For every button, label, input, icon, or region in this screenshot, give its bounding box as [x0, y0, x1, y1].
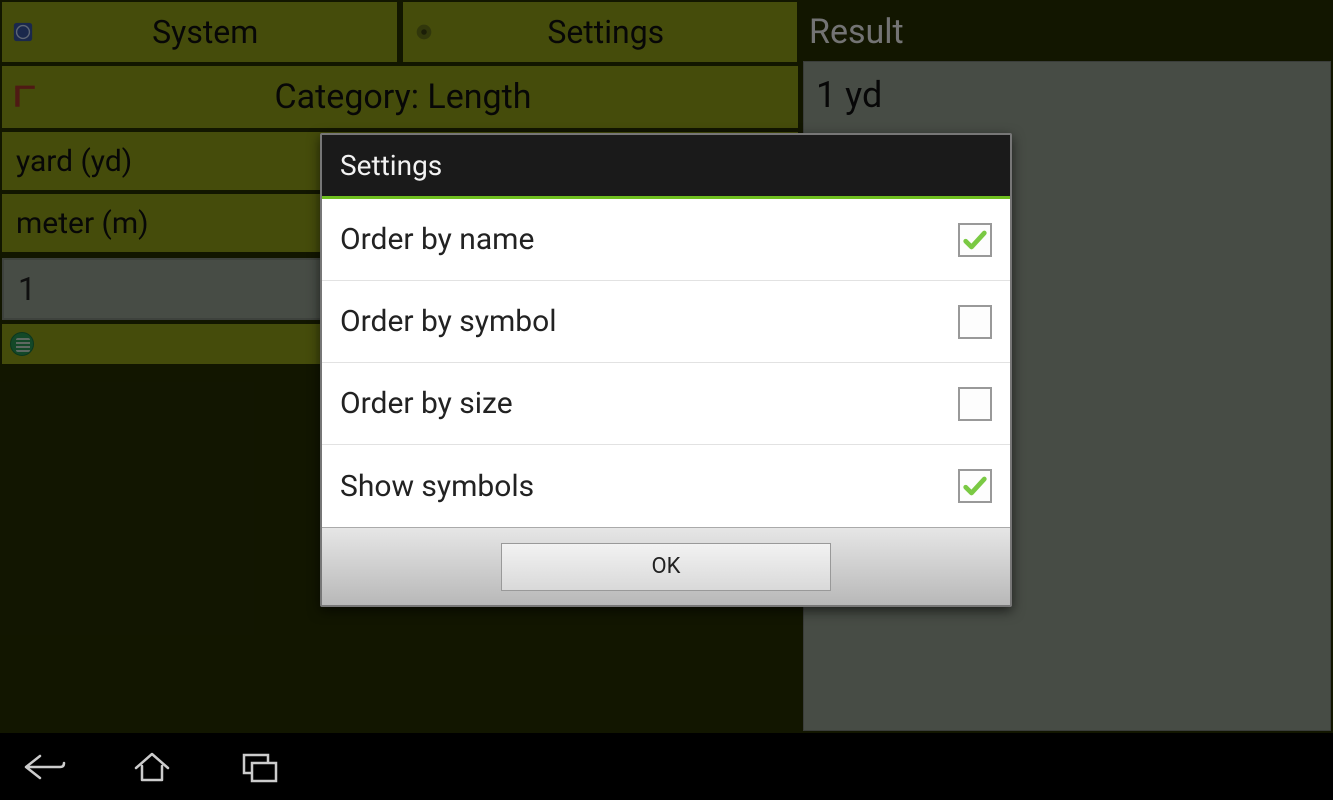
ok-button-label: OK [652, 554, 681, 579]
checkbox-show-symbols[interactable] [958, 469, 992, 503]
nav-home-button[interactable] [126, 746, 178, 788]
dialog-title-text: Settings [340, 149, 442, 182]
dialog-footer: OK [322, 527, 1010, 605]
option-label: Show symbols [340, 469, 958, 504]
checkbox-order-by-symbol[interactable] [958, 305, 992, 339]
android-nav-bar [0, 733, 1333, 800]
ok-button[interactable]: OK [501, 543, 831, 591]
option-order-by-symbol[interactable]: Order by symbol [322, 281, 1010, 363]
dialog-body: Order by name Order by symbol Order by s… [322, 199, 1010, 527]
nav-back-button[interactable] [18, 746, 70, 788]
option-show-symbols[interactable]: Show symbols [322, 445, 1010, 527]
dialog-title: Settings [322, 135, 1010, 199]
checkbox-order-by-size[interactable] [958, 387, 992, 421]
option-label: Order by name [340, 222, 958, 257]
checkbox-order-by-name[interactable] [958, 223, 992, 257]
option-label: Order by size [340, 386, 958, 421]
settings-dialog: Settings Order by name Order by symbol O… [320, 133, 1012, 607]
option-order-by-size[interactable]: Order by size [322, 363, 1010, 445]
option-order-by-name[interactable]: Order by name [322, 199, 1010, 281]
nav-recent-button[interactable] [234, 746, 286, 788]
option-label: Order by symbol [340, 304, 958, 339]
